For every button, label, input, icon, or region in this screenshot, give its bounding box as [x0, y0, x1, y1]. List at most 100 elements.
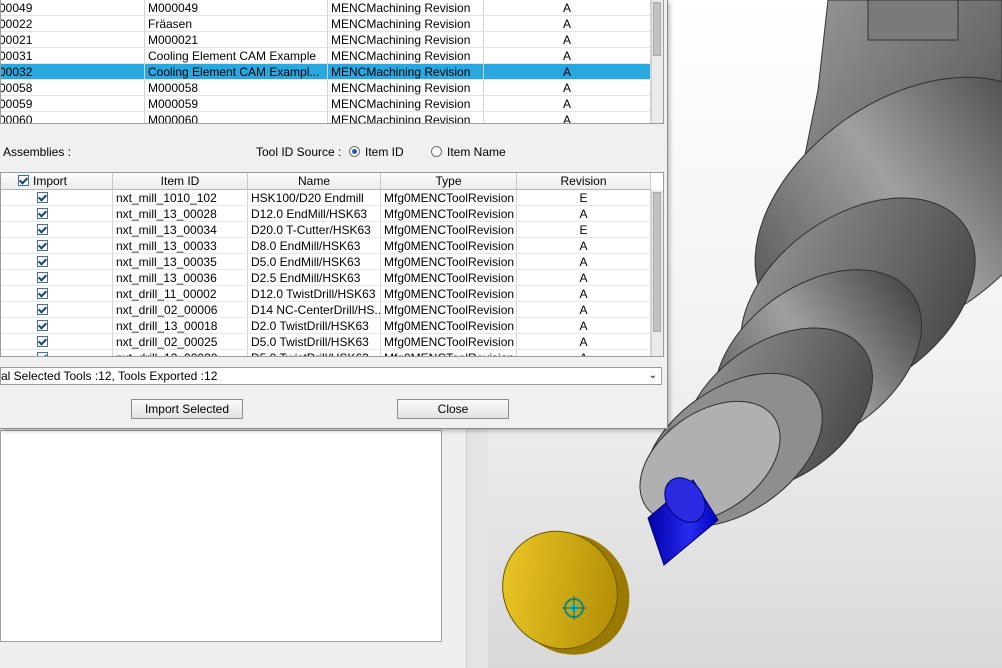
import-checkbox[interactable]: [37, 240, 48, 251]
item-id-cell: 00031: [1, 48, 145, 64]
radio-item-id[interactable]: [349, 146, 360, 157]
item-name-cell: M000059: [145, 96, 328, 112]
item-id-cell: 00022: [1, 16, 145, 32]
item-table-row[interactable]: 00021 M000021 MENCMachining Revision A: [1, 32, 651, 48]
import-checkbox[interactable]: [37, 224, 48, 235]
background-list: [0, 430, 442, 642]
tools-table-scrollbar[interactable]: [651, 190, 663, 356]
item-table-row[interactable]: 00022 Fräasen MENCMachining Revision A: [1, 16, 651, 32]
tool-revision-cell: A: [517, 302, 651, 318]
tool-row[interactable]: nxt_mill_1010_102 HSK100/D20 Endmill Mfg0M…: [1, 190, 651, 206]
panel-splitter[interactable]: [466, 420, 487, 668]
tool-row[interactable]: nxt_drill_11_00002 D12.0 TwistDrill/HSK63…: [1, 286, 651, 302]
item-table-row[interactable]: 00032 Cooling Element CAM Exampl... MENCMa…: [1, 64, 651, 80]
header-revision[interactable]: Revision: [517, 173, 651, 189]
tool-type-cell: Mfg0MENCToolRevision: [381, 238, 517, 254]
item-type-cell: MENCMachining Revision: [328, 64, 484, 80]
tool-revision-cell: A: [517, 238, 651, 254]
header-item-id[interactable]: Item ID: [113, 173, 248, 189]
tools-table-header: Import Item ID Name Type Revision: [1, 173, 651, 190]
import-cell: [1, 270, 113, 286]
close-button[interactable]: Close: [397, 399, 509, 419]
select-all-checkbox[interactable]: [18, 175, 29, 186]
chevron-down-icon[interactable]: ⌄: [649, 368, 657, 384]
import-cell: [1, 222, 113, 238]
tool-row[interactable]: nxt_drill_02_00006 D14 NC-CenterDrill/HS.…: [1, 302, 651, 318]
tool-revision-cell: A: [517, 350, 651, 356]
import-selected-button[interactable]: Import Selected: [131, 399, 243, 419]
item-name-cell: Cooling Element CAM Exampl...: [145, 64, 328, 80]
tool-revision-cell: A: [517, 254, 651, 270]
header-type[interactable]: Type: [381, 173, 517, 189]
radio-item-id-label[interactable]: Item ID: [365, 145, 404, 159]
import-checkbox[interactable]: [37, 272, 48, 283]
import-cell: [1, 190, 113, 206]
item-name-cell: M000021: [145, 32, 328, 48]
item-revision-cell: A: [484, 64, 651, 80]
tool-row[interactable]: nxt_mill_13_00028 D12.0 EndMill/HSK63 Mfg0…: [1, 206, 651, 222]
import-checkbox[interactable]: [37, 352, 48, 356]
header-name[interactable]: Name: [248, 173, 381, 189]
import-checkbox[interactable]: [37, 208, 48, 219]
import-cell: [1, 318, 113, 334]
assemblies-label: Assemblies :: [3, 145, 72, 159]
item-revision-cell: A: [484, 32, 651, 48]
import-checkbox[interactable]: [37, 320, 48, 331]
item-revision-cell: A: [484, 112, 651, 123]
tool-row[interactable]: nxt_mill_13_00034 D20.0 T-Cutter/HSK63 Mfg…: [1, 222, 651, 238]
item-revision-cell: A: [484, 48, 651, 64]
tool-type-cell: Mfg0MENCToolRevision: [381, 222, 517, 238]
tool-name-cell: D12.0 EndMill/HSK63: [248, 206, 381, 222]
tool-row[interactable]: nxt_drill_02_00025 D5.0 TwistDrill/HSK63 M…: [1, 334, 651, 350]
item-table-row[interactable]: 00060 M000060 MENCMachining Revision A: [1, 112, 651, 123]
tool-item-id-cell: nxt_drill_13_00020: [113, 350, 248, 356]
tool-type-cell: Mfg0MENCToolRevision: [381, 334, 517, 350]
item-table-row[interactable]: 00031 Cooling Element CAM Example MENCMach…: [1, 48, 651, 64]
item-id-cell: 00058: [1, 80, 145, 96]
item-name-cell: Fräasen: [145, 16, 328, 32]
item-table-scrollbar[interactable]: [651, 0, 663, 123]
tools-table-scroll-thumb[interactable]: [653, 192, 661, 332]
tool-name-cell: HSK100/D20 Endmill: [248, 190, 381, 206]
tool-row[interactable]: nxt_mill_13_00033 D8.0 EndMill/HSK63 Mfg0M…: [1, 238, 651, 254]
item-name-cell: Cooling Element CAM Example: [145, 48, 328, 64]
tool-name-cell: D12.0 TwistDrill/HSK63: [248, 286, 381, 302]
import-checkbox[interactable]: [37, 336, 48, 347]
tool-id-source-label: Tool ID Source :: [256, 145, 342, 159]
import-cell: [1, 334, 113, 350]
summary-combobox[interactable]: al Selected Tools :12, Tools Exported :1…: [0, 367, 662, 385]
tool-row[interactable]: nxt_drill_13_00018 D2.0 TwistDrill/HSK63 M…: [1, 318, 651, 334]
header-import[interactable]: Import: [1, 173, 113, 189]
item-table-row[interactable]: 00058 M000058 MENCMachining Revision A: [1, 80, 651, 96]
tool-revision-cell: A: [517, 206, 651, 222]
import-checkbox[interactable]: [37, 304, 48, 315]
tool-item-id-cell: nxt_drill_02_00025: [113, 334, 248, 350]
tool-type-cell: Mfg0MENCToolRevision: [381, 190, 517, 206]
tool-item-id-cell: nxt_drill_11_00002: [113, 286, 248, 302]
tool-name-cell: D5.0 EndMill/HSK63: [248, 254, 381, 270]
item-table-row[interactable]: 00059 M000059 MENCMachining Revision A: [1, 96, 651, 112]
item-type-cell: MENCMachining Revision: [328, 80, 484, 96]
summary-text: al Selected Tools :12, Tools Exported :1…: [1, 369, 218, 383]
tool-row[interactable]: nxt_mill_13_00036 D2.5 EndMill/HSK63 Mfg0M…: [1, 270, 651, 286]
import-checkbox[interactable]: [37, 192, 48, 203]
item-revision-cell: A: [484, 80, 651, 96]
item-table-scroll-thumb[interactable]: [653, 2, 661, 56]
item-name-cell: M000058: [145, 80, 328, 96]
item-name-cell: M000060: [145, 112, 328, 123]
import-cell: [1, 206, 113, 222]
tool-row[interactable]: nxt_drill_13_00020D5.0 TwistDrill/HSK63M…: [1, 350, 651, 356]
item-type-cell: MENCMachining Revision: [328, 16, 484, 32]
radio-item-name-label[interactable]: Item Name: [447, 145, 506, 159]
tool-name-cell: D14 NC-CenterDrill/HS...: [248, 302, 381, 318]
item-revision-cell: A: [484, 96, 651, 112]
item-table-row[interactable]: 00049 M000049 MENCMachining Revision A: [1, 0, 651, 16]
tool-type-cell: Mfg0MENCToolRevision: [381, 270, 517, 286]
item-id-cell: 00032: [1, 64, 145, 80]
tool-row[interactable]: nxt_mill_13_00035 D5.0 EndMill/HSK63 Mfg0M…: [1, 254, 651, 270]
import-checkbox[interactable]: [37, 288, 48, 299]
radio-item-name[interactable]: [431, 146, 442, 157]
tool-revision-cell: A: [517, 334, 651, 350]
import-checkbox[interactable]: [37, 256, 48, 267]
item-type-cell: MENCMachining Revision: [328, 32, 484, 48]
